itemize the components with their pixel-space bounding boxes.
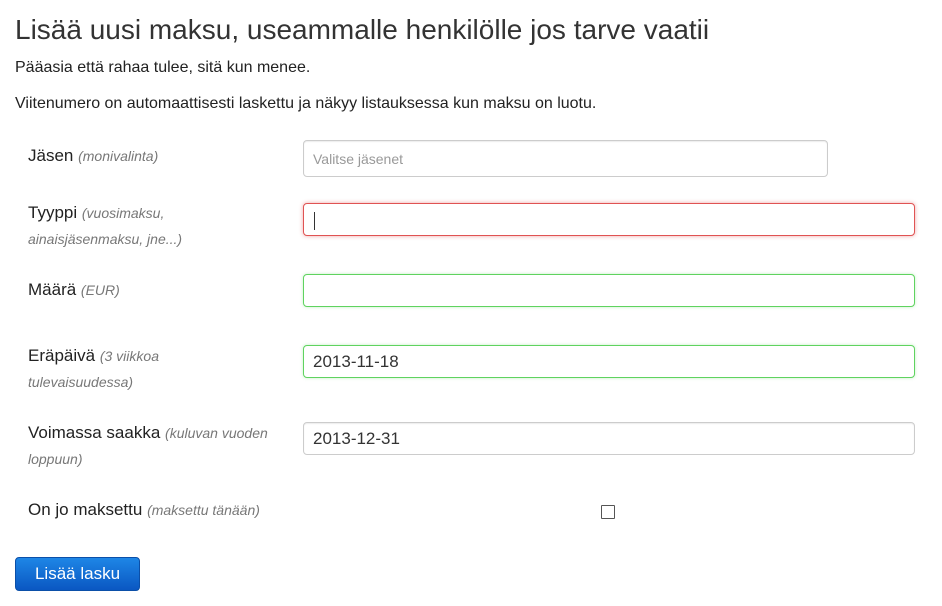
member-select-input[interactable]: Valitse jäsenet — [303, 140, 828, 177]
type-label-text: Tyyppi — [28, 203, 78, 222]
due-date-input[interactable]: 2013-11-18 — [303, 345, 915, 378]
type-hint-line1: (vuosimaksu, — [81, 205, 165, 221]
due-date-hint-line1: (3 viikkoa — [99, 348, 159, 364]
member-label-text: Jäsen — [28, 146, 74, 165]
paid-label-text: On jo maksettu — [28, 500, 143, 519]
member-label: Jäsen (monivalinta) — [28, 143, 293, 169]
page-subtitle: Pääasia että rahaa tulee, sitä kun menee… — [15, 59, 311, 76]
paid-checkbox[interactable] — [601, 505, 615, 519]
valid-until-hint-line1: (kuluvan vuoden — [165, 425, 268, 441]
type-hint-line2: ainaisjäsenmaksu, jne...) — [28, 231, 183, 247]
paid-label: On jo maksettu (maksettu tänään) — [28, 497, 293, 523]
info-text: Viitenumero on automaattisesti laskettu … — [15, 95, 597, 112]
member-hint: (monivalinta) — [78, 148, 159, 164]
valid-until-label-text: Voimassa saakka — [28, 423, 161, 442]
paid-hint: (maksettu tänään) — [147, 502, 260, 518]
member-placeholder: Valitse jäsenet — [313, 151, 404, 167]
amount-hint: (EUR) — [80, 282, 120, 298]
amount-label-text: Määrä — [28, 280, 77, 299]
text-caret — [314, 211, 315, 230]
due-date-label-text: Eräpäivä — [28, 346, 96, 365]
due-date-hint-line2: tulevaisuudessa) — [28, 374, 134, 390]
amount-label: Määrä (EUR) — [28, 277, 293, 303]
amount-input[interactable] — [303, 274, 915, 307]
type-input[interactable] — [303, 203, 915, 236]
valid-until-label: Voimassa saakka (kuluvan vuoden loppuun) — [28, 420, 293, 472]
page-title: Lisää uusi maksu, useammalle henkilölle … — [15, 14, 710, 45]
type-label: Tyyppi (vuosimaksu, ainaisjäsenmaksu, jn… — [28, 200, 293, 252]
add-invoice-button[interactable]: Lisää lasku — [15, 557, 140, 591]
valid-until-value: 2013-12-31 — [313, 429, 400, 448]
valid-until-input[interactable]: 2013-12-31 — [303, 422, 915, 455]
due-date-label: Eräpäivä (3 viikkoa tulevaisuudessa) — [28, 343, 293, 395]
due-date-value: 2013-11-18 — [313, 352, 399, 371]
valid-until-hint-line2: loppuun) — [28, 451, 83, 467]
